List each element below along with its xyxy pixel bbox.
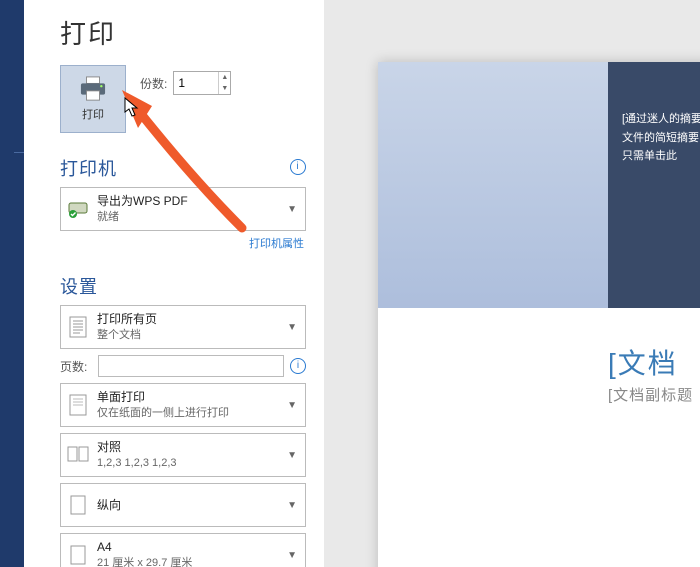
printer-name: 导出为WPS PDF <box>97 193 279 209</box>
chevron-down-icon: ▼ <box>287 400 297 411</box>
preview-page: [通过迷人的摘要 文件的简短摘要 只需单击此 [文档 [文档副标题 <box>378 62 700 567</box>
print-scope-select[interactable]: 打印所有页 整个文档 ▼ <box>60 305 306 349</box>
orientation-select[interactable]: 纵向 ▼ <box>60 483 306 527</box>
duplex-select[interactable]: 单面打印 仅在纸面的一侧上进行打印 ▼ <box>60 383 306 427</box>
settings-heading: 设置 <box>60 273 306 299</box>
pages-info-icon[interactable]: i <box>290 358 306 374</box>
collate-icon <box>67 446 89 464</box>
collate-select[interactable]: 对照 1,2,3 1,2,3 1,2,3 ▼ <box>60 433 306 477</box>
copies-up[interactable]: ▲ <box>219 72 230 83</box>
page-lines-icon <box>67 316 89 338</box>
pages-label: 页数: <box>60 358 92 375</box>
backstage-nav-rail[interactable] <box>0 0 24 567</box>
preview-doc-subtitle: [文档副标题 <box>608 384 693 405</box>
print-panel: 打印 打印 份数: ▲ ▼ <box>24 0 324 567</box>
printer-icon <box>78 76 108 102</box>
single-side-icon <box>67 394 89 416</box>
printer-status: 就绪 <box>97 210 279 225</box>
copies-label: 份数: <box>140 75 167 92</box>
page-title: 打印 <box>60 14 306 51</box>
printer-select[interactable]: 导出为WPS PDF 就绪 ▼ <box>60 187 306 231</box>
printer-heading: 打印机 i <box>60 155 306 181</box>
printer-ready-icon <box>67 200 89 218</box>
print-button-label: 打印 <box>82 106 104 122</box>
portrait-icon <box>67 495 89 515</box>
chevron-down-icon: ▼ <box>287 322 297 333</box>
chevron-down-icon: ▼ <box>287 450 297 461</box>
printer-properties-link[interactable]: 打印机属性 <box>62 235 304 251</box>
copies-stepper[interactable]: ▲ ▼ <box>173 71 231 95</box>
printer-info-icon[interactable]: i <box>290 159 306 175</box>
paper-size-select[interactable]: A4 21 厘米 x 29.7 厘米 ▼ <box>60 533 306 567</box>
copies-down[interactable]: ▼ <box>219 83 230 94</box>
paper-icon <box>67 545 89 565</box>
chevron-down-icon: ▼ <box>287 550 297 561</box>
preview-doc-title: [文档 <box>608 342 678 382</box>
preview-side-text: [通过迷人的摘要 文件的简短摘要 只需单击此 <box>608 62 700 308</box>
print-button[interactable]: 打印 <box>60 65 126 133</box>
copies-input[interactable] <box>174 76 218 90</box>
print-preview: [通过迷人的摘要 文件的简短摘要 只需单击此 [文档 [文档副标题 <box>324 0 700 567</box>
chevron-down-icon: ▼ <box>287 204 297 215</box>
pages-input[interactable] <box>98 355 284 377</box>
chevron-down-icon: ▼ <box>287 500 297 511</box>
